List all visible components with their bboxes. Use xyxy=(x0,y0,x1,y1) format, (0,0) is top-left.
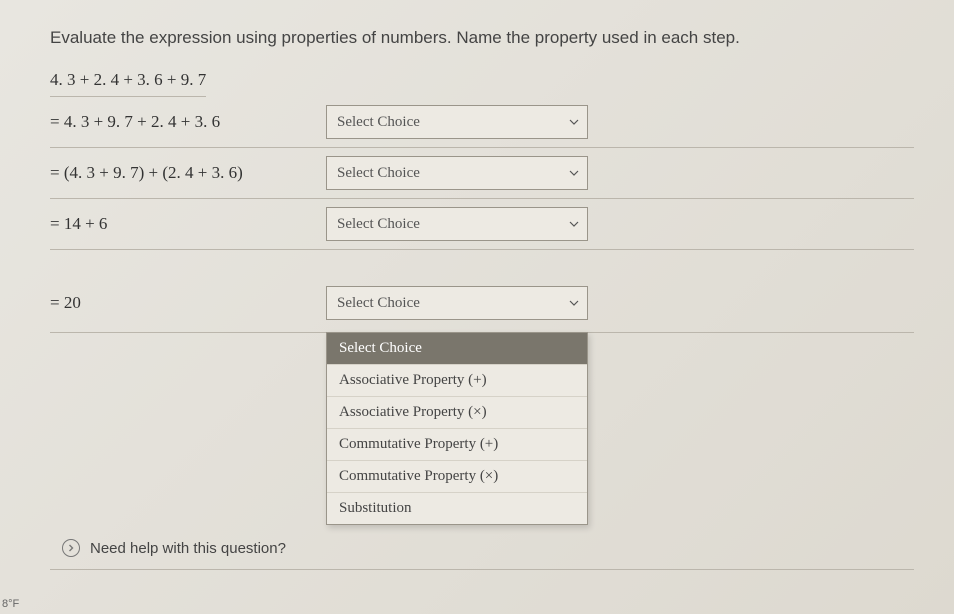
step-1: = 4. 3 + 9. 7 + 2. 4 + 3. 6 Select Choic… xyxy=(50,97,914,148)
step-4-expression: = 20 xyxy=(50,293,308,313)
step-4: = 20 Select Choice Select Choice Associa… xyxy=(50,278,914,525)
step-4-select[interactable]: Select Choice xyxy=(326,286,588,320)
question-title: Evaluate the expression using properties… xyxy=(50,28,914,48)
dropdown-option-substitution[interactable]: Substitution xyxy=(327,492,587,524)
initial-expression-wrap: 4. 3 + 2. 4 + 3. 6 + 9. 7 xyxy=(50,70,206,97)
step-1-select[interactable]: Select Choice xyxy=(326,105,588,139)
initial-expression: 4. 3 + 2. 4 + 3. 6 + 9. 7 xyxy=(50,70,206,96)
dropdown-option-placeholder[interactable]: Select Choice xyxy=(327,333,587,364)
dropdown-option-comm-times[interactable]: Commutative Property (×) xyxy=(327,460,587,492)
dropdown-menu: Select Choice Associative Property (+) A… xyxy=(326,332,588,525)
step-1-expression: = 4. 3 + 9. 7 + 2. 4 + 3. 6 xyxy=(50,112,308,132)
chevron-down-icon xyxy=(569,168,579,178)
chevron-down-icon xyxy=(569,117,579,127)
chevron-down-icon xyxy=(569,219,579,229)
step-3-select[interactable]: Select Choice xyxy=(326,207,588,241)
select-placeholder: Select Choice xyxy=(337,295,420,312)
step-2-expression: = (4. 3 + 9. 7) + (2. 4 + 3. 6) xyxy=(50,163,308,183)
dropdown-option-assoc-plus[interactable]: Associative Property (+) xyxy=(327,364,587,396)
question-content: Evaluate the expression using properties… xyxy=(0,0,954,570)
chevron-right-icon xyxy=(62,539,80,557)
select-placeholder: Select Choice xyxy=(337,165,420,182)
help-text: Need help with this question? xyxy=(90,540,286,557)
select-placeholder: Select Choice xyxy=(337,114,420,131)
dropdown-option-comm-plus[interactable]: Commutative Property (+) xyxy=(327,428,587,460)
select-placeholder: Select Choice xyxy=(337,216,420,233)
chevron-down-icon xyxy=(569,298,579,308)
step-2-select[interactable]: Select Choice xyxy=(326,156,588,190)
spacer xyxy=(50,250,914,278)
temperature-badge: 8°F xyxy=(2,598,19,610)
step-2: = (4. 3 + 9. 7) + (2. 4 + 3. 6) Select C… xyxy=(50,148,914,199)
step-3: = 14 + 6 Select Choice xyxy=(50,199,914,250)
help-row[interactable]: Need help with this question? xyxy=(50,529,914,570)
dropdown-option-assoc-times[interactable]: Associative Property (×) xyxy=(327,396,587,428)
step-3-expression: = 14 + 6 xyxy=(50,214,308,234)
